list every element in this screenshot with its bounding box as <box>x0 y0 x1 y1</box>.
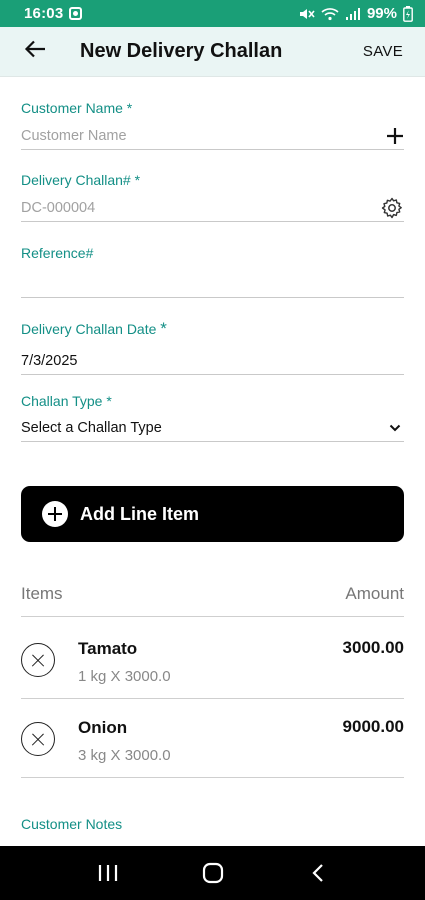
items-column-header: Items <box>21 584 63 603</box>
home-icon[interactable] <box>193 853 233 893</box>
reference-field: Reference# <box>21 245 404 299</box>
challan-number-field: Delivery Challan# * DC-000004 <box>21 172 404 225</box>
system-nav-bar <box>0 846 425 900</box>
challan-date-label-text: Delivery Challan Date <box>21 321 157 337</box>
challan-type-label: Challan Type * <box>21 393 112 409</box>
item-quantity: 1 kg X 3000.0 <box>78 668 171 685</box>
back-icon[interactable] <box>298 853 338 893</box>
item-name: Onion <box>78 718 128 737</box>
status-bar: 16:03 99% <box>0 0 425 27</box>
line-item-row[interactable]: Onion 3 kg X 3000.0 9000.00 <box>21 699 404 778</box>
gear-icon[interactable] <box>380 196 404 220</box>
challan-type-select[interactable]: Select a Challan Type <box>21 414 404 442</box>
items-header: Items Amount <box>21 584 404 617</box>
add-line-item-label: Add Line Item <box>80 503 200 524</box>
challan-date-value: 7/3/2025 <box>21 352 78 369</box>
challan-number-label: Delivery Challan# * <box>21 172 141 188</box>
item-amount: 9000.00 <box>342 717 404 736</box>
mute-icon <box>299 7 315 21</box>
wifi-icon <box>321 7 339 21</box>
app-notification-icon <box>69 7 83 20</box>
battery-percent: 99% <box>366 5 397 22</box>
customer-notes-label: Customer Notes <box>21 816 123 832</box>
status-indicators: 99% <box>299 5 413 22</box>
challan-date-field: Delivery Challan Date * 7/3/2025 <box>21 319 404 376</box>
status-time: 16:03 <box>24 5 64 22</box>
customer-name-input[interactable]: Customer Name <box>21 122 404 150</box>
plus-circle-icon <box>42 501 68 527</box>
chevron-down-icon <box>389 424 401 432</box>
item-quantity: 3 kg X 3000.0 <box>78 747 171 764</box>
signal-icon <box>345 7 361 21</box>
customer-name-field: Customer Name * Customer Name <box>21 100 404 153</box>
customer-name-placeholder: Customer Name <box>21 127 127 144</box>
challan-type-value: Select a Challan Type <box>21 419 162 436</box>
recent-apps-icon[interactable] <box>88 853 128 893</box>
item-name: Tamato <box>78 639 138 658</box>
remove-item-icon[interactable] <box>21 643 55 677</box>
amount-column-header: Amount <box>345 584 404 603</box>
line-item-row[interactable]: Tamato 1 kg X 3000.0 3000.00 <box>21 620 404 699</box>
challan-date-input[interactable]: 7/3/2025 <box>21 347 404 375</box>
challan-date-required-mark: * <box>160 319 167 338</box>
challan-type-field: Challan Type * Select a Challan Type <box>21 393 404 443</box>
save-button[interactable]: SAVE <box>363 43 403 60</box>
item-amount: 3000.00 <box>342 638 404 657</box>
plus-icon[interactable] <box>386 127 404 145</box>
remove-item-icon[interactable] <box>21 722 55 756</box>
challan-number-input[interactable]: DC-000004 <box>21 194 404 222</box>
page-title: New Delivery Challan <box>80 40 283 62</box>
customer-name-label: Customer Name * <box>21 100 133 116</box>
reference-input[interactable] <box>21 270 404 298</box>
reference-label: Reference# <box>21 245 94 261</box>
back-button[interactable] <box>0 27 70 77</box>
battery-charging-icon <box>403 5 413 22</box>
app-bar: New Delivery Challan SAVE <box>0 27 425 77</box>
challan-number-placeholder: DC-000004 <box>21 199 96 216</box>
challan-date-label: Delivery Challan Date * <box>21 319 404 339</box>
arrow-left-icon <box>24 40 46 63</box>
add-line-item-button[interactable]: Add Line Item <box>21 486 404 542</box>
